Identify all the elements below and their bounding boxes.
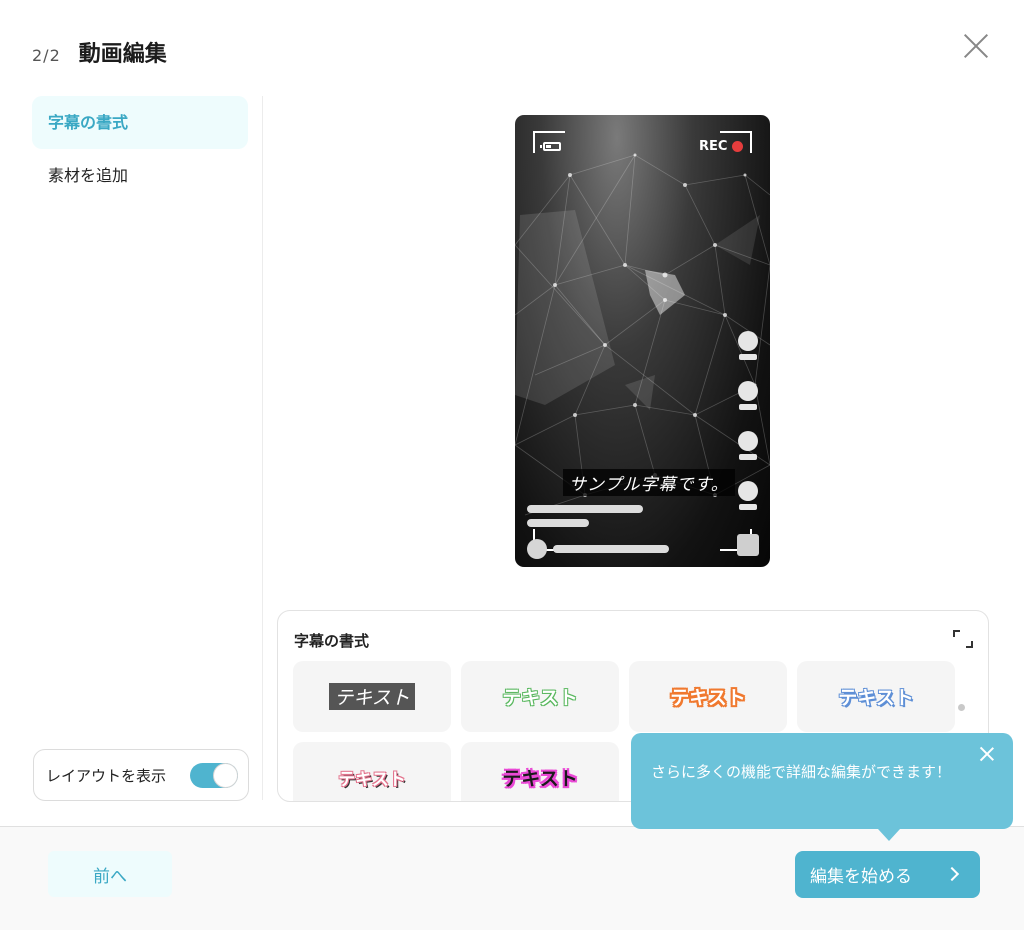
comment-icon xyxy=(738,381,758,410)
feature-tooltip: さらに多くの機能で詳細な編集ができます！ xyxy=(631,733,1013,841)
style-tile-green-outline[interactable]: テキスト xyxy=(461,661,619,732)
scroll-indicator[interactable] xyxy=(958,704,965,711)
layout-toggle-row: レイアウトを表示 xyxy=(33,749,249,801)
style-tile-magenta-outline[interactable]: テキスト xyxy=(461,742,619,801)
style-sample-text: テキスト xyxy=(670,687,746,709)
panel-title: 字幕の書式 xyxy=(294,632,370,650)
dialog-header: 2/2 動画編集 xyxy=(32,36,167,68)
caption-line-placeholder xyxy=(527,505,643,513)
sidebar-item-add-material[interactable]: 素材を追加 xyxy=(32,149,248,202)
video-preview: REC サンプル字幕です。 xyxy=(515,115,770,567)
caption-line-placeholder xyxy=(527,519,589,527)
style-tile-blue-outline[interactable]: テキスト xyxy=(797,661,955,732)
tooltip-close-icon[interactable] xyxy=(980,747,994,761)
heart-icon xyxy=(738,331,758,360)
style-sample-text: テキスト xyxy=(502,768,578,790)
expand-icon[interactable] xyxy=(953,630,973,648)
style-tile-dark-box[interactable]: テキスト xyxy=(293,661,451,732)
style-sample-text: テキスト xyxy=(502,687,578,709)
avatar-placeholder xyxy=(527,539,547,559)
music-line-placeholder xyxy=(553,545,669,553)
layout-toggle-label: レイアウトを表示 xyxy=(46,766,167,785)
sidebar-item-subtitle-format[interactable]: 字幕の書式 xyxy=(32,96,248,149)
style-tile-pink-shadow[interactable]: テキスト xyxy=(293,742,451,801)
subtitle-preview: サンプル字幕です。 xyxy=(563,469,735,496)
start-editing-label: 編集を始める xyxy=(810,867,912,887)
network-background-image xyxy=(515,153,770,516)
video-edit-dialog: 2/2 動画編集 字幕の書式 素材を追加 レイアウトを表示 REC サンプル字幕… xyxy=(0,0,1024,930)
page-title: 動画編集 xyxy=(78,42,167,67)
battery-icon xyxy=(540,142,561,151)
music-disc-icon xyxy=(737,534,759,556)
style-sample-text: テキスト xyxy=(329,683,415,710)
sidebar: 字幕の書式 素材を追加 xyxy=(32,96,248,202)
bookmark-icon xyxy=(738,481,758,510)
tooltip-text: さらに多くの機能で詳細な編集ができます！ xyxy=(651,763,952,781)
prev-button[interactable]: 前へ xyxy=(48,851,172,897)
share-icon xyxy=(738,431,758,460)
chevron-right-icon xyxy=(944,866,960,882)
start-editing-button[interactable]: 編集を始める xyxy=(795,851,980,898)
rec-label: REC xyxy=(699,139,728,154)
sidebar-divider xyxy=(262,96,263,800)
style-sample-text: テキスト xyxy=(338,770,406,790)
layout-toggle-switch[interactable] xyxy=(190,763,238,788)
close-icon[interactable] xyxy=(962,32,990,60)
step-indicator: 2/2 xyxy=(32,46,61,65)
rec-dot-icon xyxy=(732,141,744,152)
toggle-knob xyxy=(213,763,238,788)
style-tile-orange-outline[interactable]: テキスト xyxy=(629,661,787,732)
rec-indicator: REC xyxy=(699,139,744,154)
style-sample-text: テキスト xyxy=(838,687,914,709)
